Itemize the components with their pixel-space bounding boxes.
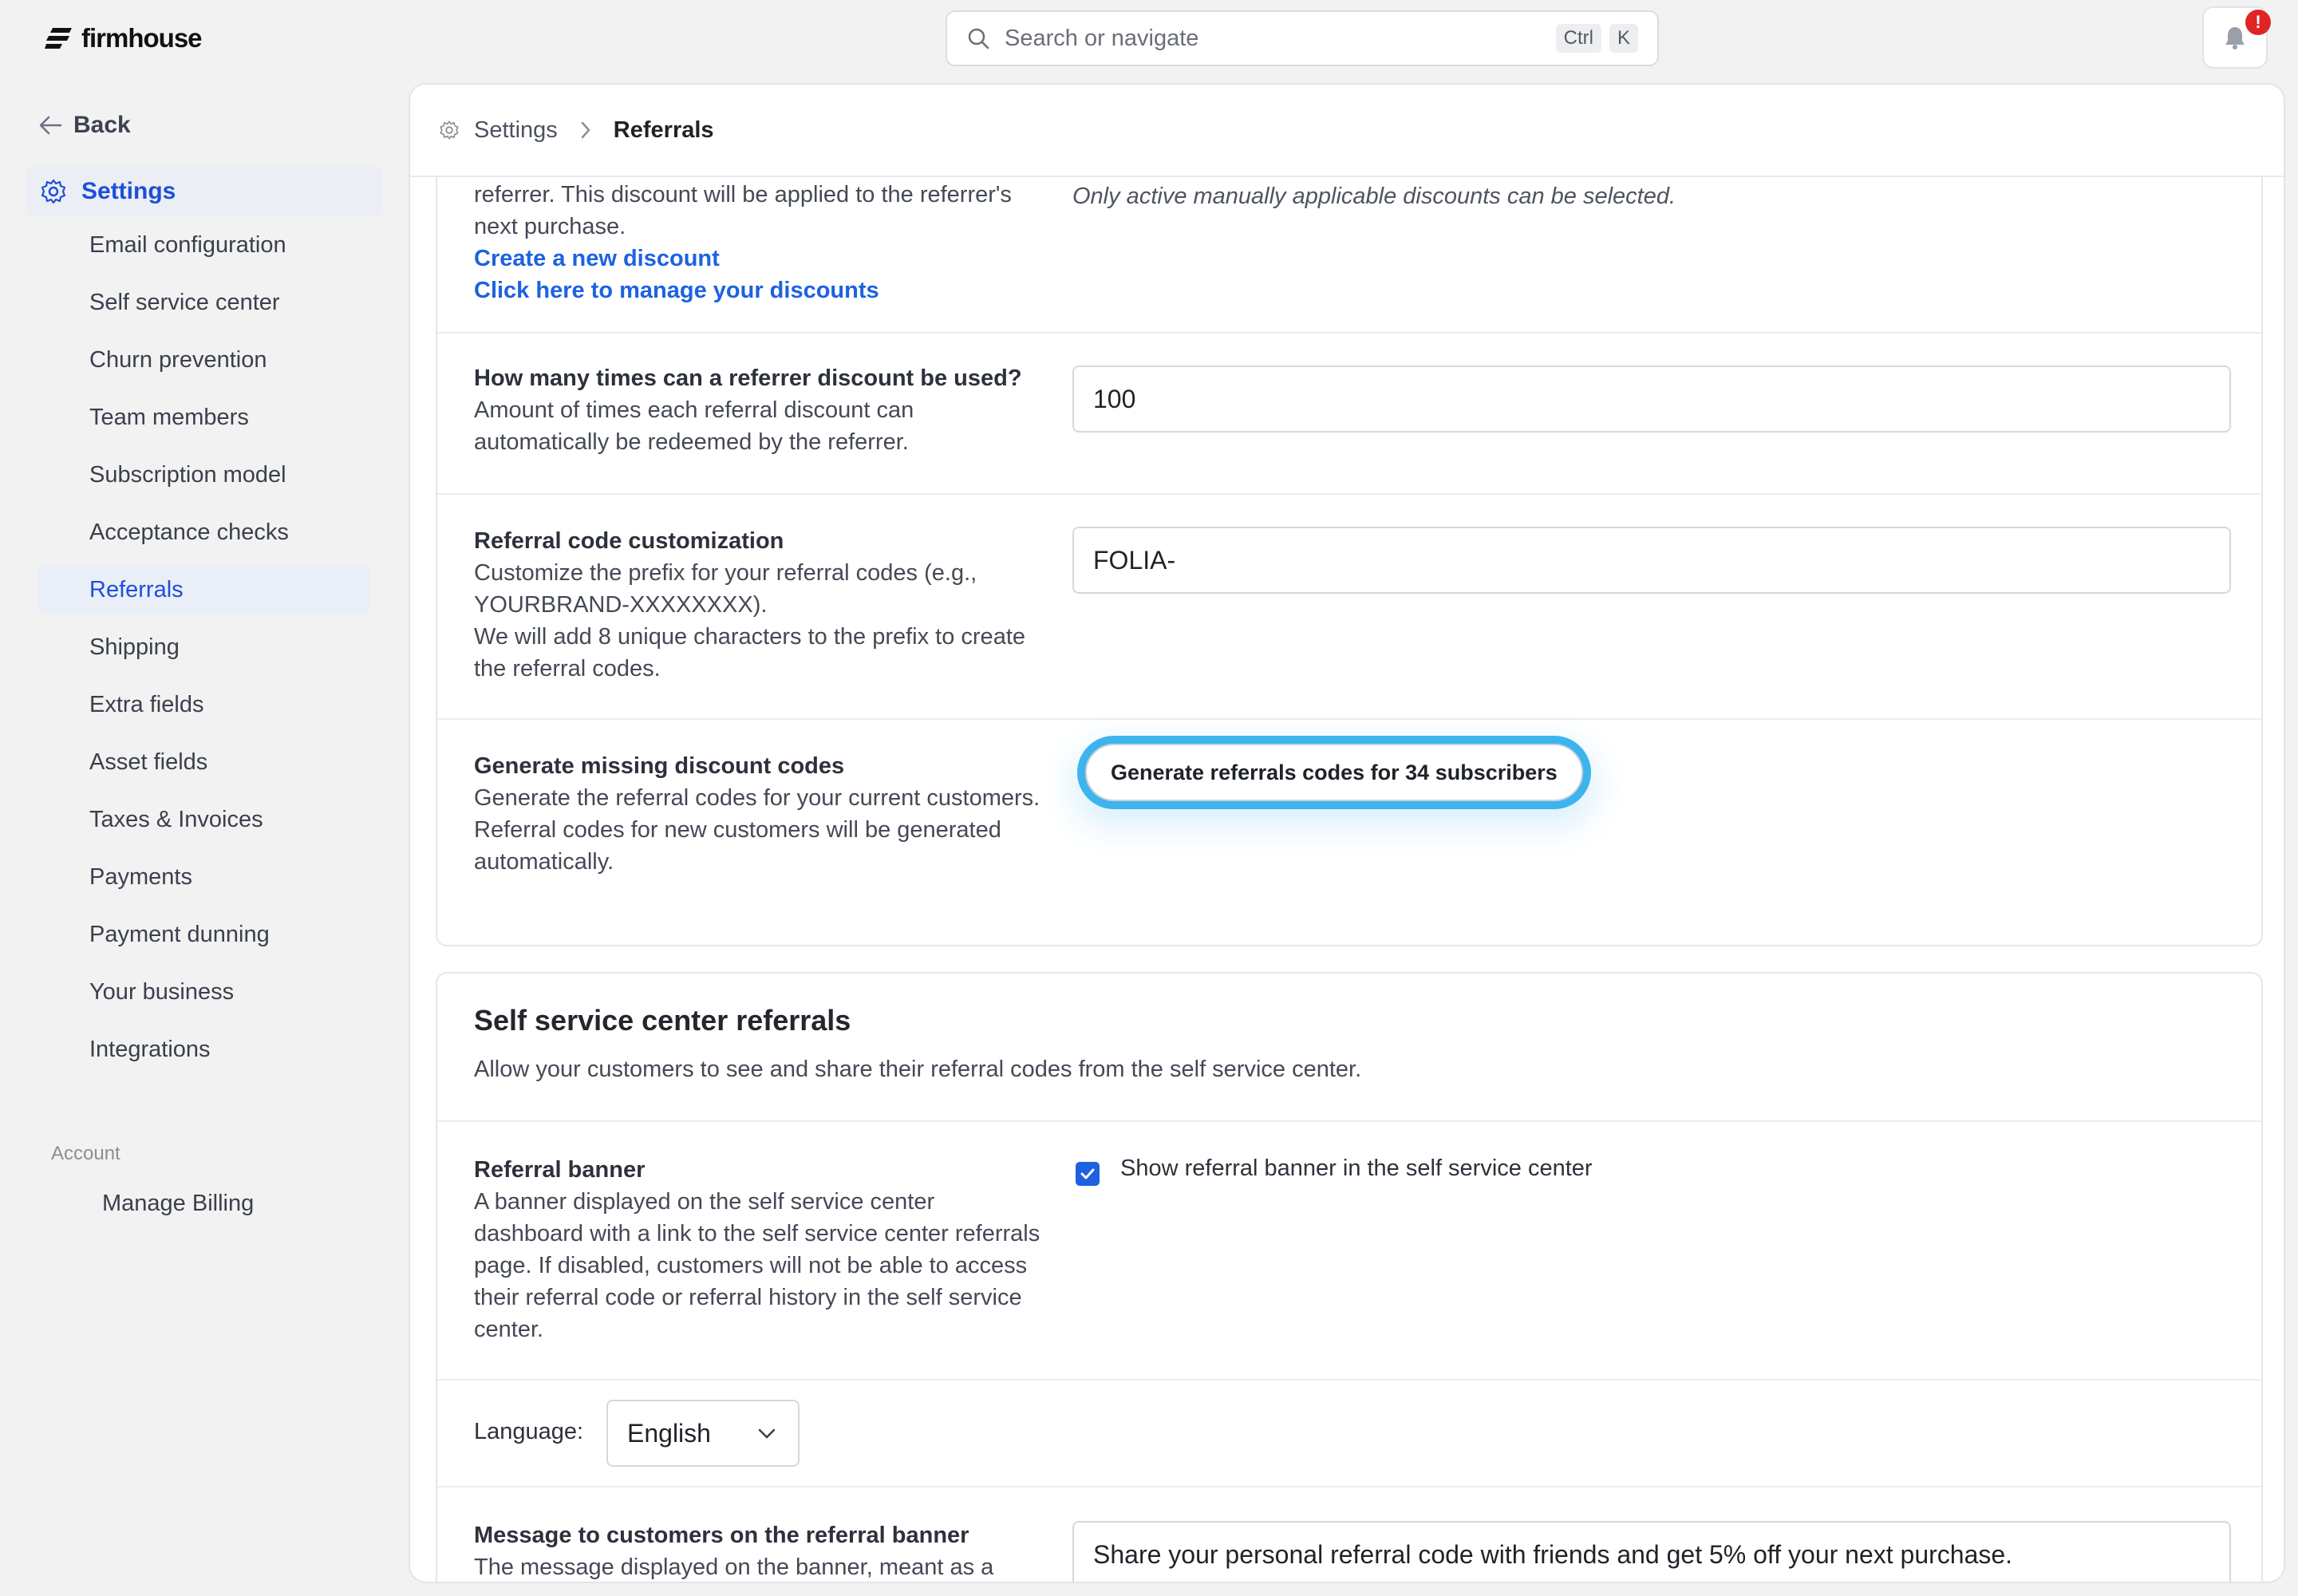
generate-codes-title: Generate missing discount codes xyxy=(474,753,845,779)
sidebar-item-settings[interactable]: Settings xyxy=(26,167,383,216)
banner-message-desc: The message displayed on the banner, mea… xyxy=(474,1555,994,1580)
referral-banner-desc: A banner displayed on the self service c… xyxy=(474,1189,1040,1342)
self-service-title: Self service center referrals xyxy=(474,1004,851,1037)
banner-message-label: Message to customers on the referral ban… xyxy=(474,1519,1048,1582)
referral-settings-card: referrer. This discount will be applied … xyxy=(436,153,2263,946)
sidebar-item-taxes-invoices[interactable]: Taxes & Invoices xyxy=(38,795,370,844)
search-icon xyxy=(968,28,989,49)
self-service-desc: Allow your customers to see and share th… xyxy=(474,1057,1362,1082)
banner-message-title: Message to customers on the referral ban… xyxy=(474,1523,969,1548)
firmhouse-logo-icon xyxy=(45,28,72,49)
generate-codes-desc-2: Referral codes for new customers will be… xyxy=(474,817,1001,875)
usage-limit-label: How many times can a referrer discount b… xyxy=(474,362,1048,458)
brand-logo[interactable]: firmhouse xyxy=(45,21,203,56)
referral-banner-row: Referral banner A banner displayed on th… xyxy=(437,1122,2261,1381)
settings-content: referrer. This discount will be applied … xyxy=(436,153,2263,1582)
back-link[interactable]: Back xyxy=(38,112,131,139)
sidebar-item-shipping[interactable]: Shipping xyxy=(38,622,370,672)
account-heading: Account xyxy=(51,1143,120,1164)
sidebar-item-your-business[interactable]: Your business xyxy=(38,967,370,1017)
referral-banner-label: Referral banner A banner displayed on th… xyxy=(474,1154,1048,1345)
create-discount-link[interactable]: Create a new discount xyxy=(474,243,1048,275)
referrer-discount-desc-2: next purchase. xyxy=(474,214,626,239)
breadcrumb-current: Referrals xyxy=(613,117,714,143)
usage-limit-row: How many times can a referrer discount b… xyxy=(437,334,2261,495)
search-placeholder: Search or navigate xyxy=(1005,25,1199,51)
banner-message-row: Message to customers on the referral ban… xyxy=(437,1487,2261,1582)
code-customization-title: Referral code customization xyxy=(474,528,784,554)
sidebar-item-churn-prevention[interactable]: Churn prevention xyxy=(38,335,370,385)
usage-limit-title: How many times can a referrer discount b… xyxy=(474,365,1022,391)
sidebar-item-subscription-model[interactable]: Subscription model xyxy=(38,450,370,500)
banner-message-input[interactable]: Share your personal referral code with f… xyxy=(1072,1521,2231,1582)
gear-icon xyxy=(440,120,459,140)
shortcut-key-k: K xyxy=(1609,24,1638,53)
sidebar-settings-label: Settings xyxy=(81,178,176,204)
code-customization-label: Referral code customization Customize th… xyxy=(474,525,1048,685)
usage-limit-desc: Amount of times each referral discount c… xyxy=(474,397,914,455)
code-customization-desc-2: We will add 8 unique characters to the p… xyxy=(474,624,1026,681)
generate-codes-button[interactable]: Generate referrals codes for 34 subscrib… xyxy=(1085,744,1583,801)
referrer-discount-row: referrer. This discount will be applied … xyxy=(437,153,2261,334)
referrer-discount-label: referrer. This discount will be applied … xyxy=(474,179,1048,306)
arrow-left-icon xyxy=(39,116,62,135)
sidebar-item-acceptance-checks[interactable]: Acceptance checks xyxy=(38,508,370,557)
discount-hint: Only active manually applicable discount… xyxy=(1072,184,1676,209)
sidebar-item-referrals[interactable]: Referrals xyxy=(38,565,370,614)
self-service-header: Self service center referrals Allow your… xyxy=(437,974,2261,1122)
sidebar-item-asset-fields[interactable]: Asset fields xyxy=(38,737,370,787)
main-panel: Settings Referrals referrer. This discou… xyxy=(409,83,2285,1583)
chevron-down-icon xyxy=(758,1428,776,1439)
sidebar-item-integrations[interactable]: Integrations xyxy=(38,1025,370,1074)
sidebar-item-extra-fields[interactable]: Extra fields xyxy=(38,680,370,729)
self-service-card: Self service center referrals Allow your… xyxy=(436,972,2263,1582)
language-row: Language: English xyxy=(437,1381,2261,1487)
generate-codes-label: Generate missing discount codes Generate… xyxy=(474,750,1048,878)
code-prefix-input[interactable]: FOLIA- xyxy=(1072,527,2231,594)
settings-nav: Email configuration Self service center … xyxy=(38,220,370,1082)
chevron-right-icon xyxy=(581,121,590,139)
generate-codes-row: Generate missing discount codes Generate… xyxy=(437,720,2261,945)
notification-badge: ! xyxy=(2245,10,2271,35)
brand-name: firmhouse xyxy=(81,23,203,53)
usage-limit-input[interactable]: 100 xyxy=(1072,365,2231,433)
language-value: English xyxy=(627,1418,711,1448)
manage-discounts-link[interactable]: Click here to manage your discounts xyxy=(474,275,1048,306)
referrer-discount-desc-1: referrer. This discount will be applied … xyxy=(474,182,1012,207)
notifications-button[interactable]: ! xyxy=(2202,6,2271,69)
sidebar-item-manage-billing[interactable]: Manage Billing xyxy=(102,1191,254,1217)
code-customization-row: Referral code customization Customize th… xyxy=(437,495,2261,720)
language-label: Language: xyxy=(474,1419,584,1444)
shortcut-key-ctrl: Ctrl xyxy=(1555,24,1601,53)
referral-banner-title: Referral banner xyxy=(474,1157,646,1183)
search-input[interactable]: Search or navigate Ctrl K xyxy=(946,10,1659,66)
sidebar-item-email-configuration[interactable]: Email configuration xyxy=(38,220,370,270)
generate-codes-desc-1: Generate the referral codes for your cur… xyxy=(474,785,1040,811)
code-customization-desc-1: Customize the prefix for your referral c… xyxy=(474,560,977,618)
language-select[interactable]: English xyxy=(606,1400,800,1467)
sidebar-item-self-service-center[interactable]: Self service center xyxy=(38,278,370,327)
referral-banner-checkbox[interactable] xyxy=(1076,1162,1100,1186)
sidebar-item-team-members[interactable]: Team members xyxy=(38,393,370,442)
breadcrumb: Settings Referrals xyxy=(410,85,2284,177)
bell-icon xyxy=(2225,27,2245,49)
sidebar-item-payments[interactable]: Payments xyxy=(38,852,370,902)
back-label: Back xyxy=(73,112,131,138)
sidebar-item-payment-dunning[interactable]: Payment dunning xyxy=(38,910,370,959)
breadcrumb-settings[interactable]: Settings xyxy=(474,117,558,144)
checkmark-icon xyxy=(1080,1168,1095,1179)
referral-banner-checkbox-label[interactable]: Show referral banner in the self service… xyxy=(1120,1156,1593,1182)
gear-icon xyxy=(41,179,66,204)
